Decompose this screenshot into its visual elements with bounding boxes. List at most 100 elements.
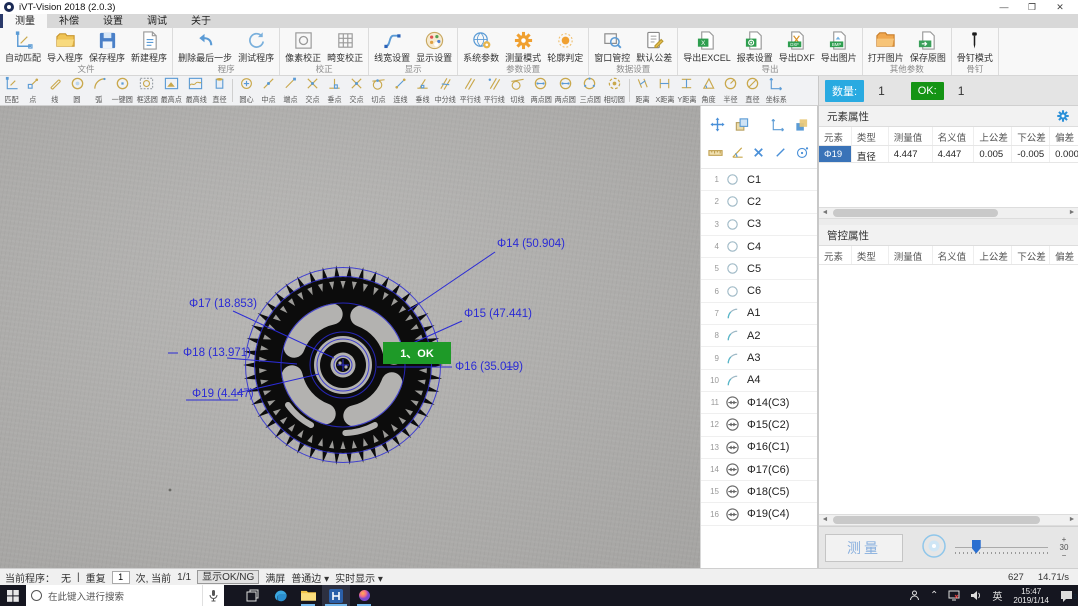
live-display-dropdown[interactable]: 实时显示 ▾ xyxy=(335,570,383,585)
ribbon-button-distortion-calibration[interactable]: 畸变校正 xyxy=(324,29,366,64)
layers-icon[interactable] xyxy=(789,112,813,136)
menu-tab-1[interactable]: 测量 xyxy=(3,14,47,28)
element-table-scrollbar[interactable]: ◄ ► xyxy=(819,207,1078,219)
control-table-scrollbar[interactable]: ◄ ► xyxy=(819,514,1078,526)
tool-y-distance[interactable]: Y距离 xyxy=(676,76,698,105)
ribbon-button-linewidth-settings[interactable]: 线宽设置 xyxy=(371,29,413,64)
tool-three-point-circle[interactable]: 三点圆 xyxy=(578,76,603,105)
feature-list-item-Φ17(C6)[interactable]: 14Φ17(C6) xyxy=(701,459,817,481)
menu-tab-5[interactable]: 关于 xyxy=(179,14,223,28)
notification-icon[interactable]: 3 xyxy=(1055,590,1078,602)
tool-cross-point[interactable]: 交点 xyxy=(345,76,367,105)
ribbon-button-measure-mode[interactable]: 测量模式 xyxy=(502,29,544,64)
feature-list-item-Φ16(C1)[interactable]: 13Φ16(C1) xyxy=(701,437,817,459)
file-explorer-icon[interactable] xyxy=(294,585,322,606)
tool-midpoint[interactable]: 中点 xyxy=(257,76,279,105)
ribbon-button-open-image[interactable]: 打开图片 xyxy=(865,29,907,64)
tool-peak-line[interactable]: 最高线 xyxy=(184,76,209,105)
menu-tab-3[interactable]: 设置 xyxy=(91,14,135,28)
menu-tab-2[interactable]: 补偿 xyxy=(47,14,91,28)
tool-diameter-measure[interactable]: 直径 xyxy=(742,76,764,105)
ribbon-button-default-tolerance[interactable]: 默认公差 xyxy=(633,29,675,64)
feature-list-item-Φ14(C3)[interactable]: 11Φ14(C3) xyxy=(701,392,817,414)
coordinate-system-icon[interactable] xyxy=(765,112,789,136)
feature-list-item-C3[interactable]: 3C3 xyxy=(701,214,817,236)
ribbon-button-save-raw-image[interactable]: 保存原图 xyxy=(907,29,949,64)
show-ok-ng-toggle[interactable]: 显示OK/NG xyxy=(197,570,259,584)
feature-list-item-Φ19(C4)[interactable]: 16Φ19(C4) xyxy=(701,503,817,525)
camera-viewport[interactable]: Φ14 (50.904)Φ17 (18.853)Φ15 (47.441)Φ18 … xyxy=(0,106,700,568)
tool-bisector[interactable]: 中分线 xyxy=(433,76,458,105)
feature-list-item-A2[interactable]: 8A2 xyxy=(701,325,817,347)
menu-tab-4[interactable]: 调试 xyxy=(135,14,179,28)
ribbon-button-display-settings[interactable]: 显示设置 xyxy=(413,29,455,64)
ribbon-button-export-excel[interactable]: X导出EXCEL xyxy=(680,29,734,64)
repeat-count-input[interactable] xyxy=(112,571,130,584)
tool-two-point-circle-1[interactable]: 两点圆 xyxy=(529,76,554,105)
ruler-icon[interactable] xyxy=(705,140,727,164)
ribbon-button-undo-last-step[interactable]: 删除最后一步 xyxy=(175,29,235,64)
table-row[interactable]: Φ19直径4.4474.4470.005-0.0050.000 xyxy=(819,146,1078,163)
ribbon-button-report-settings[interactable]: 报表设置 xyxy=(734,29,776,64)
scroll-right-icon[interactable]: ► xyxy=(1066,515,1078,525)
feature-list-item-C4[interactable]: 4C4 xyxy=(701,236,817,258)
ribbon-button-new-program[interactable]: 新建程序 xyxy=(128,29,170,64)
tool-distance[interactable]: 距离 xyxy=(632,76,654,105)
tool-perpendicular[interactable]: 垂线 xyxy=(411,76,433,105)
ribbon-button-bone-pin-mode[interactable]: 骨钉模式 xyxy=(954,29,996,64)
tool-match[interactable]: 匹配 xyxy=(0,76,22,105)
ribbon-button-save-program[interactable]: 保存程序 xyxy=(86,29,128,64)
edge-mode-dropdown[interactable]: 普通边 ▾ xyxy=(291,570,329,585)
tool-onekey-circle[interactable]: 一键圆 xyxy=(110,76,135,105)
task-view-icon[interactable] xyxy=(238,585,266,606)
element-settings-gear-icon[interactable] xyxy=(1056,109,1070,123)
mic-icon[interactable] xyxy=(202,585,224,606)
feature-list-item-A1[interactable]: 7A1 xyxy=(701,303,817,325)
tool-arc[interactable]: 弧 xyxy=(88,76,110,105)
tool-radius[interactable]: 半径 xyxy=(720,76,742,105)
scroll-right-icon[interactable]: ► xyxy=(1066,208,1078,218)
language-indicator[interactable]: 英 xyxy=(987,588,1007,603)
ribbon-button-export-dxf[interactable]: DXF导出DXF xyxy=(776,29,818,64)
restore-button[interactable]: ❐ xyxy=(1018,1,1046,14)
tool-angle[interactable]: 角度 xyxy=(698,76,720,105)
angle-icon[interactable] xyxy=(727,140,749,164)
feature-list-item-Φ15(C2)[interactable]: 12Φ15(C2) xyxy=(701,414,817,436)
feature-list-item-A4[interactable]: 10A4 xyxy=(701,370,817,392)
delete-x-icon[interactable] xyxy=(748,140,770,164)
speaker-icon[interactable] xyxy=(965,590,987,601)
tool-peak-point[interactable]: 最高点 xyxy=(159,76,184,105)
move-icon[interactable] xyxy=(705,112,729,136)
ribbon-button-system-parameters[interactable]: 系统参数 xyxy=(460,29,502,64)
scroll-left-icon[interactable]: ◄ xyxy=(819,515,831,525)
tool-x-distance[interactable]: X距离 xyxy=(654,76,676,105)
tool-coordinate-system[interactable]: 坐标系 xyxy=(764,76,789,105)
tool-tangent-line[interactable]: 切线 xyxy=(507,76,529,105)
copy-icon[interactable] xyxy=(729,112,753,136)
taskbar-search[interactable]: 在此键入进行搜索 xyxy=(26,585,202,606)
edge-icon[interactable] xyxy=(266,585,294,606)
feature-list-item-C1[interactable]: 1C1 xyxy=(701,169,817,191)
ribbon-button-contour-judge[interactable]: 轮廓判定 xyxy=(544,29,586,64)
tool-connect-line[interactable]: 连线 xyxy=(389,76,411,105)
ribbon-button-export-image[interactable]: BMP导出图片 xyxy=(818,29,860,64)
tool-parallel-2[interactable]: 平行线 xyxy=(482,76,507,105)
feature-list-item-Φ18(C5)[interactable]: 15Φ18(C5) xyxy=(701,481,817,503)
tool-tangent-point[interactable]: 切点 xyxy=(367,76,389,105)
ribbon-button-window-control[interactable]: 窗口管控 xyxy=(591,29,633,64)
tool-two-point-circle-2[interactable]: 两点圆 xyxy=(553,76,578,105)
measure-button[interactable]: 测量 xyxy=(825,534,903,562)
line-tool-icon[interactable] xyxy=(770,140,792,164)
tool-tangent-circle[interactable]: 相切圆 xyxy=(602,76,627,105)
feature-list-item-C6[interactable]: 6C6 xyxy=(701,280,817,302)
zoom-slider[interactable] xyxy=(955,538,1048,558)
feature-list-item-C5[interactable]: 5C5 xyxy=(701,258,817,280)
network-icon[interactable] xyxy=(943,590,965,601)
ribbon-button-auto-match[interactable]: 自动匹配 xyxy=(2,29,44,64)
ivt-vision-app-icon[interactable] xyxy=(322,585,350,606)
close-button[interactable]: ✕ xyxy=(1046,1,1074,14)
tool-line[interactable]: 线 xyxy=(44,76,66,105)
target-icon[interactable] xyxy=(921,533,947,562)
zoom-minus[interactable]: − xyxy=(1062,552,1067,560)
tool-foot-point[interactable]: 垂点 xyxy=(323,76,345,105)
